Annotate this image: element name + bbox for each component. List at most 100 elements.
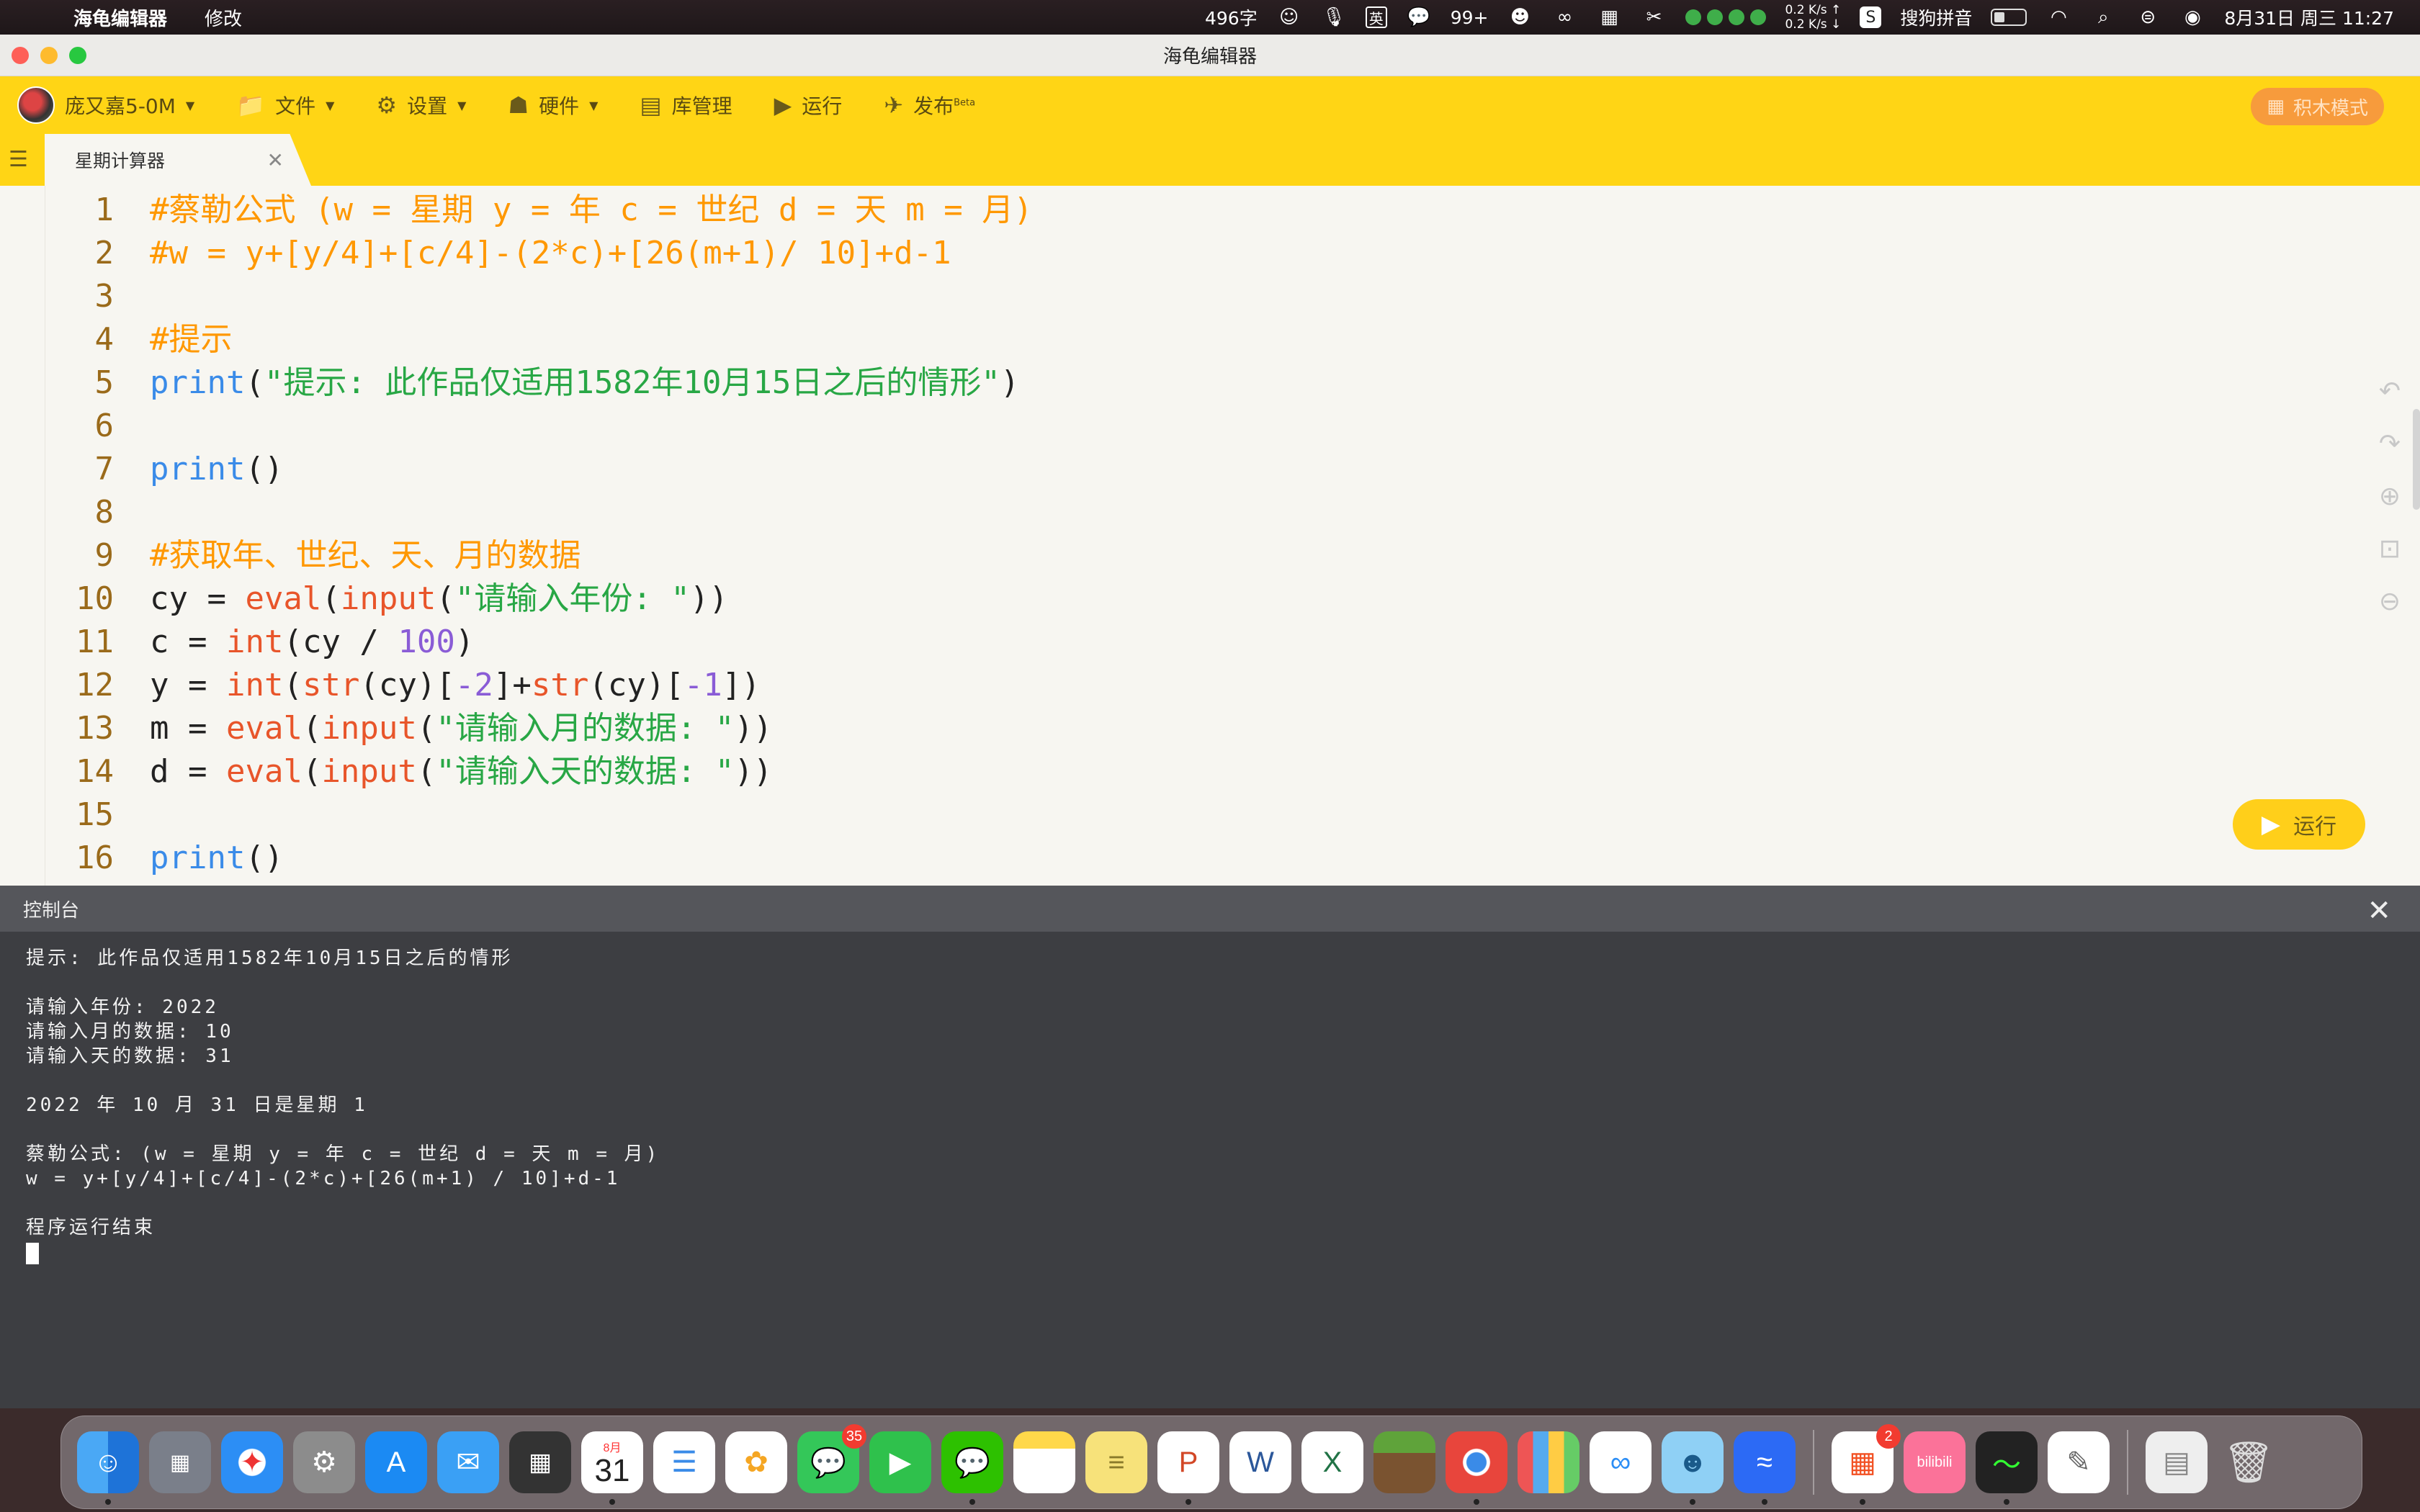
baidu-netdisk-icon[interactable]: ∞ (1590, 1431, 1652, 1493)
console-title: 控制台 (23, 899, 80, 922)
textedit-icon[interactable]: ✎ (2048, 1431, 2110, 1493)
code-line[interactable]: 8 (0, 491, 2161, 534)
activity-monitor-icon[interactable]: 〜 (1976, 1431, 2038, 1505)
excel-icon[interactable]: X (1301, 1431, 1363, 1493)
minimize-window-icon[interactable] (40, 47, 58, 64)
microphone-icon[interactable]: 🎙 (1321, 4, 1347, 30)
reminders-icon[interactable]: ☰ (653, 1431, 715, 1493)
code-line[interactable]: 1 #蔡勒公式 (w = 星期 y = 年 c = 世纪 d = 天 m = 月) (0, 189, 2161, 232)
lark-icon[interactable]: ≈ (1734, 1431, 1796, 1505)
undo-icon[interactable]: ↶ (2379, 377, 2401, 406)
code-token: #w = y+[y/4]+[c/4]-(2*c)+[26(m+1)/ 10]+d… (150, 235, 951, 271)
chevron-down-icon: ▼ (326, 98, 335, 112)
library-button[interactable]: ▤ 库管理 (640, 91, 732, 120)
line-number: 7 (94, 451, 115, 487)
sogou-icon[interactable]: S (1860, 6, 1882, 28)
sidebar-toggle-icon[interactable]: ☰ (9, 147, 35, 173)
downloads-stack-icon[interactable]: ▤ (2146, 1431, 2208, 1493)
minecraft-icon[interactable] (1373, 1431, 1435, 1493)
tools-icon[interactable]: ✂ (1641, 4, 1667, 30)
ime-lang-icon[interactable]: 英 (1365, 6, 1387, 28)
close-tab-icon[interactable]: ✕ (267, 148, 284, 172)
baidu-netdisk-icon[interactable]: ∞ (1551, 4, 1577, 30)
code-line[interactable]: 6 (0, 405, 2161, 448)
code-line[interactable]: 5 print("提示: 此作品仅适用1582年10月15日之后的情形") (0, 361, 2161, 405)
system-menu-bar: 海龟编辑器 修改 496字 ☺ 🎙 英 💬 99+ ☻ ∞ ▦ ✂ 0.2 K/… (0, 0, 2420, 35)
wechat-icon[interactable]: 💬 (1406, 4, 1432, 30)
code-token: )) (734, 710, 773, 747)
format-icon[interactable]: ⊡ (2379, 534, 2401, 564)
floating-run-button[interactable]: ▶ 运行 (2233, 799, 2365, 850)
close-console-icon[interactable]: ✕ (2367, 894, 2391, 927)
word-icon[interactable]: W (1229, 1431, 1291, 1493)
robot-icon[interactable]: ☻ (1507, 4, 1533, 30)
mail-icon[interactable]: ✉ (437, 1431, 499, 1493)
edit-menu[interactable]: 修改 (205, 4, 242, 31)
code-line[interactable]: 2 #w = y+[y/4]+[c/4]-(2*c)+[26(m+1)/ 10]+… (0, 232, 2161, 275)
search-icon[interactable]: ⌕ (2090, 4, 2116, 30)
messages-badge: 35 (842, 1424, 866, 1449)
turtle-editor-icon[interactable]: ☻ (1662, 1431, 1724, 1505)
safari-icon[interactable]: ✦ (221, 1431, 283, 1493)
code-line[interactable]: 9 #获取年、世纪、天、月的数据 (0, 534, 2161, 577)
emoji-icon[interactable]: ☺ (1276, 4, 1302, 30)
file-menu[interactable]: 📁 文件 ▼ (236, 91, 334, 120)
code-token: ( (321, 580, 341, 617)
zoom-window-icon[interactable] (69, 47, 86, 64)
powerpoint-icon[interactable]: P (1157, 1431, 1219, 1505)
settings-menu[interactable]: ⚙ 设置 ▼ (376, 91, 466, 120)
run-button[interactable]: ▶ 运行 (774, 91, 843, 120)
code-line[interactable]: 10 cy = eval(input("请输入年份: ")) (0, 577, 2161, 621)
code-line[interactable]: 12 y = int(str(cy)[-2]+str(cy)[-1]) (0, 664, 2161, 707)
battery-icon[interactable] (1991, 9, 2027, 26)
chrome-icon[interactable] (1446, 1431, 1507, 1505)
trash-icon[interactable]: 🗑 (2218, 1431, 2280, 1493)
code-line[interactable]: 4 #提示 (0, 318, 2161, 361)
code-line[interactable]: 16 print() (0, 837, 2161, 880)
ime-name[interactable]: 搜狗拼音 (1900, 4, 1972, 30)
finder-icon[interactable]: ☺ (77, 1431, 139, 1505)
stickies-icon[interactable]: ≡ (1085, 1431, 1147, 1493)
bilibili-icon[interactable]: bilibili (1904, 1431, 1966, 1493)
code-line[interactable]: 11 c = int(cy / 100) (0, 621, 2161, 664)
block-mode-button[interactable]: ▦ 积木模式 (2251, 88, 2384, 125)
code-line[interactable]: 3 (0, 275, 2161, 318)
calendar-icon[interactable]: 8月 31 (581, 1431, 643, 1505)
messages-icon[interactable]: 💬 35 (797, 1424, 866, 1493)
control-center-icon[interactable]: ⊜ (2135, 4, 2161, 30)
code-token: y = (150, 667, 226, 703)
redo-icon[interactable]: ↷ (2379, 429, 2401, 459)
notes-icon[interactable] (1013, 1431, 1075, 1493)
hardware-menu[interactable]: ☗ 硬件 ▼ (508, 91, 598, 120)
tab-bar: ☰ 星期计算器 ✕ (0, 134, 2420, 186)
microsoft-store-icon[interactable]: ▦ 2 (1832, 1424, 1901, 1505)
siri-icon[interactable]: ◉ (2179, 4, 2205, 30)
facetime-icon[interactable]: ▶ (869, 1431, 931, 1493)
code-editor[interactable]: 1 #蔡勒公式 (w = 星期 y = 年 c = 世纪 d = 天 m = 月)… (0, 186, 2420, 886)
archive-utility-icon[interactable] (1518, 1431, 1579, 1493)
code-token: )) (689, 580, 728, 617)
calculator-icon[interactable]: ▦ (509, 1431, 571, 1493)
code-line[interactable]: 7 print() (0, 448, 2161, 491)
zoom-in-icon[interactable]: ⊕ (2379, 482, 2401, 511)
system-preferences-icon[interactable]: ⚙ (293, 1431, 355, 1493)
app-store-icon[interactable]: A (365, 1431, 427, 1493)
user-menu[interactable]: 庞又嘉5-0M ▼ (0, 86, 194, 124)
code-line[interactable]: 13 m = eval(input("请输入月的数据: ")) (0, 707, 2161, 750)
console-output[interactable]: 提示: 此作品仅适用1582年10月15日之后的情形 请输入年份: 2022 请输入… (0, 932, 2420, 1285)
launchpad-icon[interactable]: ▦ (149, 1431, 211, 1493)
code-line[interactable]: 14 d = eval(input("请输入天的数据: ")) (0, 750, 2161, 793)
tab-file[interactable]: 星期计算器 ✕ (45, 134, 311, 186)
photos-icon[interactable]: ✿ (725, 1431, 787, 1493)
wifi-icon[interactable]: ◠ (2045, 4, 2071, 30)
clock[interactable]: 8月31日 周三 11:27 (2224, 4, 2394, 30)
publish-button[interactable]: ✈ 发布Beta (884, 91, 975, 120)
zoom-out-icon[interactable]: ⊖ (2379, 587, 2401, 616)
wechat-icon[interactable]: 💬 (941, 1431, 1003, 1505)
code-line[interactable]: 15 (0, 793, 2161, 837)
close-window-icon[interactable] (12, 47, 29, 64)
calendar-icon[interactable]: ▦ (1596, 4, 1622, 30)
editor-scrollbar[interactable] (2413, 409, 2420, 510)
status-dots-icon[interactable] (1685, 9, 1767, 25)
app-menu[interactable]: 海龟编辑器 (73, 4, 167, 31)
